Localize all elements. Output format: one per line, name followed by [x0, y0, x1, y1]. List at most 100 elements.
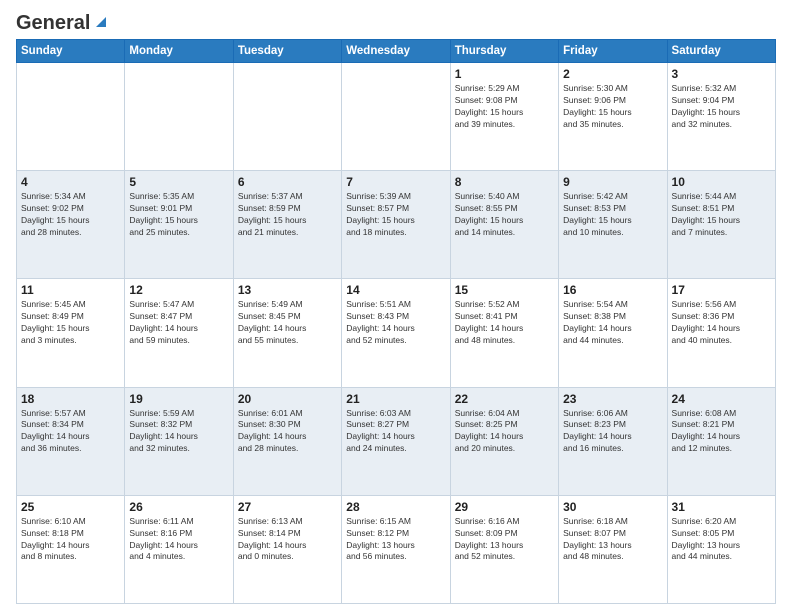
day-cell-28: 28 Sunrise: 6:15 AMSunset: 8:12 PMDayligh…	[342, 495, 450, 603]
day-cell-24: 24 Sunrise: 6:08 AMSunset: 8:21 PMDayligh…	[667, 387, 775, 495]
day-cell-29: 29Sunrise: 6:16 AMSunset: 8:09 PMDayligh…	[450, 495, 558, 603]
day-number: 10	[672, 175, 771, 189]
day-number: 2	[563, 67, 662, 81]
day-cell-10: 10 Sunrise: 5:44 AMSunset: 8:51 PMDayligh…	[667, 171, 775, 279]
day-cell-4: 4 Sunrise: 5:34 AMSunset: 9:02 PMDaylight…	[17, 171, 125, 279]
day-cell-19: 19Sunrise: 5:59 AMSunset: 8:32 PMDayligh…	[125, 387, 233, 495]
day-info: Sunrise: 5:39 AMSunset: 8:57 PMDaylight:…	[346, 191, 445, 239]
day-info: Sunrise: 5:42 AMSunset: 8:53 PMDaylight:…	[563, 191, 662, 239]
day-cell-12: 12 Sunrise: 5:47 AMSunset: 8:47 PMDayligh…	[125, 279, 233, 387]
day-info: Sunrise: 5:49 AMSunset: 8:45 PMDaylight:…	[238, 299, 337, 347]
day-number: 7	[346, 175, 445, 189]
day-number: 20	[238, 392, 337, 406]
day-cell-23: 23 Sunrise: 6:06 AMSunset: 8:23 PMDayligh…	[559, 387, 667, 495]
day-cell-9: 9Sunrise: 5:42 AMSunset: 8:53 PMDaylight…	[559, 171, 667, 279]
day-cell-3: 3Sunrise: 5:32 AMSunset: 9:04 PMDaylight…	[667, 63, 775, 171]
day-info: Sunrise: 5:45 AMSunset: 8:49 PMDaylight:…	[21, 299, 120, 347]
day-number: 5	[129, 175, 228, 189]
day-info: Sunrise: 6:18 AMSunset: 8:07 PMDaylight:…	[563, 516, 662, 564]
day-number: 12	[129, 283, 228, 297]
day-number: 26	[129, 500, 228, 514]
day-info: Sunrise: 5:59 AMSunset: 8:32 PMDaylight:…	[129, 408, 228, 456]
day-cell-20: 20 Sunrise: 6:01 AMSunset: 8:30 PMDayligh…	[233, 387, 341, 495]
header-cell-sunday: Sunday	[17, 40, 125, 63]
header-cell-thursday: Thursday	[450, 40, 558, 63]
day-cell-2: 2 Sunrise: 5:30 AMSunset: 9:06 PMDaylight…	[559, 63, 667, 171]
header: General	[16, 12, 776, 31]
day-cell-31: 31Sunrise: 6:20 AMSunset: 8:05 PMDayligh…	[667, 495, 775, 603]
day-number: 1	[455, 67, 554, 81]
calendar-table: SundayMondayTuesdayWednesdayThursdayFrid…	[16, 39, 776, 604]
day-info: Sunrise: 5:54 AMSunset: 8:38 PMDaylight:…	[563, 299, 662, 347]
day-cell-8: 8 Sunrise: 5:40 AMSunset: 8:55 PMDaylight…	[450, 171, 558, 279]
day-number: 6	[238, 175, 337, 189]
day-number: 18	[21, 392, 120, 406]
day-cell-21: 21 Sunrise: 6:03 AMSunset: 8:27 PMDayligh…	[342, 387, 450, 495]
day-info: Sunrise: 6:06 AMSunset: 8:23 PMDaylight:…	[563, 408, 662, 456]
day-cell-14: 14Sunrise: 5:51 AMSunset: 8:43 PMDayligh…	[342, 279, 450, 387]
page: General SundayMondayTuesdayWednesdayThur…	[0, 0, 792, 612]
day-number: 28	[346, 500, 445, 514]
day-info: Sunrise: 6:03 AMSunset: 8:27 PMDaylight:…	[346, 408, 445, 456]
header-cell-monday: Monday	[125, 40, 233, 63]
day-number: 17	[672, 283, 771, 297]
day-cell-22: 22 Sunrise: 6:04 AMSunset: 8:25 PMDayligh…	[450, 387, 558, 495]
day-info: Sunrise: 6:08 AMSunset: 8:21 PMDaylight:…	[672, 408, 771, 456]
day-cell-5: 5 Sunrise: 5:35 AMSunset: 9:01 PMDaylight…	[125, 171, 233, 279]
day-info: Sunrise: 5:32 AMSunset: 9:04 PMDaylight:…	[672, 83, 771, 131]
day-info: Sunrise: 6:04 AMSunset: 8:25 PMDaylight:…	[455, 408, 554, 456]
day-cell-25: 25 Sunrise: 6:10 AMSunset: 8:18 PMDayligh…	[17, 495, 125, 603]
day-number: 11	[21, 283, 120, 297]
day-cell-17: 17 Sunrise: 5:56 AMSunset: 8:36 PMDayligh…	[667, 279, 775, 387]
day-info: Sunrise: 5:34 AMSunset: 9:02 PMDaylight:…	[21, 191, 120, 239]
day-number: 22	[455, 392, 554, 406]
day-cell-26: 26 Sunrise: 6:11 AMSunset: 8:16 PMDayligh…	[125, 495, 233, 603]
day-info: Sunrise: 5:40 AMSunset: 8:55 PMDaylight:…	[455, 191, 554, 239]
calendar: SundayMondayTuesdayWednesdayThursdayFrid…	[16, 39, 776, 604]
day-number: 16	[563, 283, 662, 297]
day-info: Sunrise: 5:29 AMSunset: 9:08 PMDaylight:…	[455, 83, 554, 131]
day-number: 31	[672, 500, 771, 514]
day-cell-1: 1 Sunrise: 5:29 AMSunset: 9:08 PMDaylight…	[450, 63, 558, 171]
day-info: Sunrise: 5:57 AMSunset: 8:34 PMDaylight:…	[21, 408, 120, 456]
day-info: Sunrise: 5:51 AMSunset: 8:43 PMDaylight:…	[346, 299, 445, 347]
day-number: 25	[21, 500, 120, 514]
day-number: 13	[238, 283, 337, 297]
day-info: Sunrise: 5:47 AMSunset: 8:47 PMDaylight:…	[129, 299, 228, 347]
day-number: 4	[21, 175, 120, 189]
header-cell-saturday: Saturday	[667, 40, 775, 63]
day-info: Sunrise: 6:16 AMSunset: 8:09 PMDaylight:…	[455, 516, 554, 564]
logo-general: General	[16, 12, 90, 35]
day-cell-7: 7 Sunrise: 5:39 AMSunset: 8:57 PMDaylight…	[342, 171, 450, 279]
day-cell-6: 6 Sunrise: 5:37 AMSunset: 8:59 PMDaylight…	[233, 171, 341, 279]
day-cell-empty-2	[233, 63, 341, 171]
day-info: Sunrise: 6:10 AMSunset: 8:18 PMDaylight:…	[21, 516, 120, 564]
day-number: 21	[346, 392, 445, 406]
day-info: Sunrise: 5:52 AMSunset: 8:41 PMDaylight:…	[455, 299, 554, 347]
day-info: Sunrise: 6:11 AMSunset: 8:16 PMDaylight:…	[129, 516, 228, 564]
week-row-4: 25 Sunrise: 6:10 AMSunset: 8:18 PMDayligh…	[17, 495, 776, 603]
day-number: 27	[238, 500, 337, 514]
day-info: Sunrise: 5:37 AMSunset: 8:59 PMDaylight:…	[238, 191, 337, 239]
day-number: 23	[563, 392, 662, 406]
day-cell-empty-1	[125, 63, 233, 171]
day-cell-13: 13 Sunrise: 5:49 AMSunset: 8:45 PMDayligh…	[233, 279, 341, 387]
day-cell-empty-0	[17, 63, 125, 171]
day-number: 24	[672, 392, 771, 406]
day-cell-empty-3	[342, 63, 450, 171]
day-number: 8	[455, 175, 554, 189]
day-info: Sunrise: 5:30 AMSunset: 9:06 PMDaylight:…	[563, 83, 662, 131]
logo-icon	[92, 13, 110, 31]
day-cell-11: 11 Sunrise: 5:45 AMSunset: 8:49 PMDayligh…	[17, 279, 125, 387]
header-cell-tuesday: Tuesday	[233, 40, 341, 63]
day-info: Sunrise: 6:13 AMSunset: 8:14 PMDaylight:…	[238, 516, 337, 564]
day-number: 15	[455, 283, 554, 297]
day-info: Sunrise: 6:01 AMSunset: 8:30 PMDaylight:…	[238, 408, 337, 456]
day-info: Sunrise: 5:35 AMSunset: 9:01 PMDaylight:…	[129, 191, 228, 239]
day-info: Sunrise: 6:15 AMSunset: 8:12 PMDaylight:…	[346, 516, 445, 564]
week-row-0: 1 Sunrise: 5:29 AMSunset: 9:08 PMDaylight…	[17, 63, 776, 171]
logo: General	[16, 12, 110, 31]
day-cell-18: 18 Sunrise: 5:57 AMSunset: 8:34 PMDayligh…	[17, 387, 125, 495]
day-info: Sunrise: 5:44 AMSunset: 8:51 PMDaylight:…	[672, 191, 771, 239]
day-info: Sunrise: 5:56 AMSunset: 8:36 PMDaylight:…	[672, 299, 771, 347]
